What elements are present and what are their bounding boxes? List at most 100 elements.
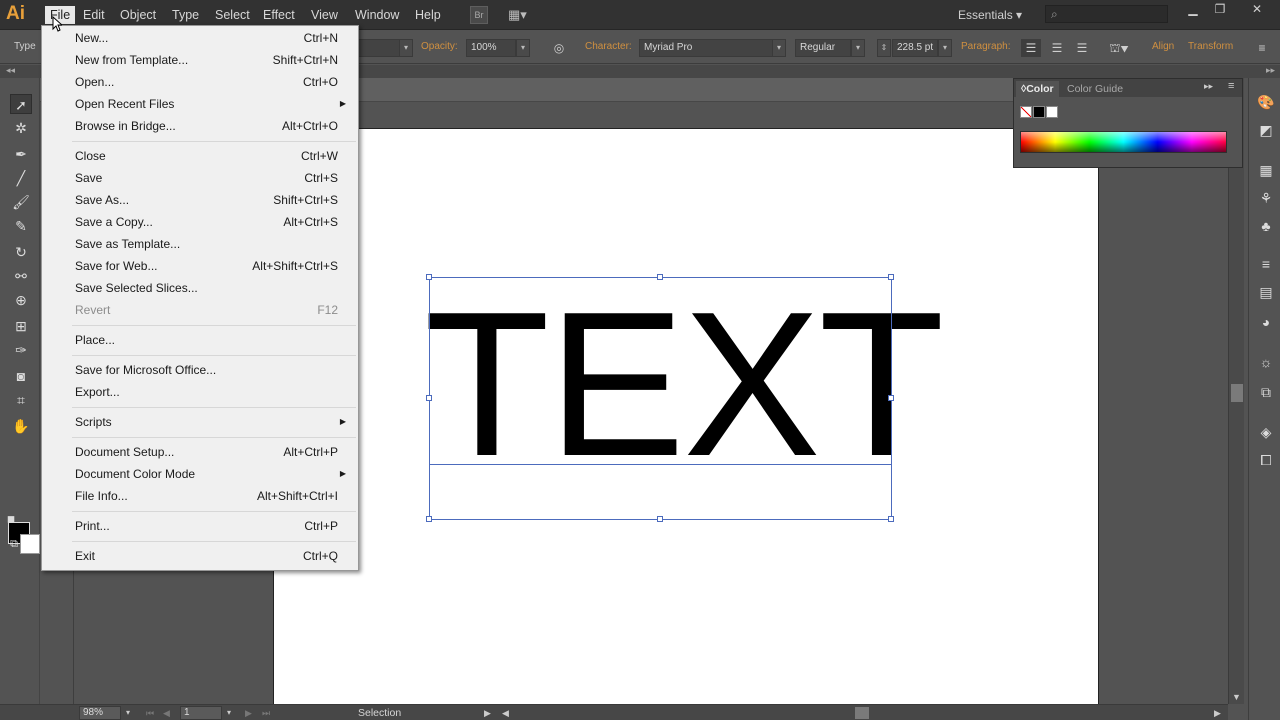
search-box[interactable]: ⌕ bbox=[1045, 5, 1168, 23]
menu-item-browse-bridge[interactable]: Browse in Bridge... Alt+Ctrl+O bbox=[42, 115, 358, 137]
menu-item-scripts[interactable]: Scripts ▶ bbox=[42, 411, 358, 433]
chevron-down-icon[interactable]: ▾ bbox=[516, 39, 530, 57]
resize-handle[interactable] bbox=[426, 516, 432, 522]
menu-item-open[interactable]: Open... Ctrl+O bbox=[42, 71, 358, 93]
font-size-stepper[interactable]: ⇕ bbox=[877, 39, 891, 57]
paragraph-label[interactable]: Paragraph: bbox=[961, 41, 1010, 52]
menu-effect[interactable]: Effect bbox=[258, 6, 300, 24]
menu-item-save-copy[interactable]: Save a Copy... Alt+Ctrl+S bbox=[42, 211, 358, 233]
align-left-icon[interactable]: ☰ bbox=[1021, 39, 1041, 57]
font-family-select[interactable]: Myriad Pro bbox=[639, 39, 773, 57]
menu-object[interactable]: Object bbox=[115, 6, 161, 24]
font-size-input[interactable]: 228.5 pt bbox=[892, 39, 938, 57]
artboards-icon[interactable]: ⧠ bbox=[1255, 450, 1277, 470]
scroll-left-icon[interactable]: ◀ bbox=[502, 706, 509, 720]
selection-bounding-box[interactable] bbox=[429, 277, 892, 520]
close-icon[interactable]: ✕ bbox=[1246, 2, 1268, 16]
tab-color-guide[interactable]: Color Guide bbox=[1062, 81, 1128, 97]
color-spectrum[interactable] bbox=[1020, 131, 1227, 153]
layers-icon[interactable]: ◈ bbox=[1255, 422, 1277, 442]
first-artboard-icon[interactable]: ⏮ bbox=[146, 706, 154, 720]
menu-view[interactable]: View bbox=[306, 6, 343, 24]
scroll-down-icon[interactable]: ▼ bbox=[1232, 692, 1241, 702]
black-swatch[interactable] bbox=[1033, 106, 1045, 118]
status-menu-icon[interactable]: ▶ bbox=[484, 706, 491, 720]
bridge-button[interactable]: Br bbox=[470, 6, 488, 24]
width-tool-icon[interactable]: ⚯ bbox=[10, 266, 32, 286]
resize-handle[interactable] bbox=[426, 274, 432, 280]
menu-item-document-color-mode[interactable]: Document Color Mode ▶ bbox=[42, 463, 358, 485]
menu-item-open-recent[interactable]: Open Recent Files ▶ bbox=[42, 93, 358, 115]
menu-item-document-setup[interactable]: Document Setup... Alt+Ctrl+P bbox=[42, 441, 358, 463]
tab-color[interactable]: ◊Color bbox=[1016, 81, 1059, 97]
menu-item-place[interactable]: Place... bbox=[42, 329, 358, 351]
menu-item-export[interactable]: Export... bbox=[42, 381, 358, 403]
scrollbar-thumb[interactable] bbox=[1231, 384, 1243, 402]
opacity-label[interactable]: Opacity: bbox=[421, 41, 458, 52]
menu-item-exit[interactable]: Exit Ctrl+Q bbox=[42, 545, 358, 567]
menu-window[interactable]: Window bbox=[350, 6, 404, 24]
arrange-documents-icon[interactable]: ▦▾ bbox=[508, 6, 536, 24]
search-input[interactable] bbox=[1066, 7, 1162, 21]
restore-icon[interactable]: ❐ bbox=[1209, 2, 1231, 16]
screen-mode-icon[interactable]: ⧉ bbox=[6, 534, 22, 554]
align-center-icon[interactable]: ☰ bbox=[1047, 39, 1067, 57]
resize-handle[interactable] bbox=[888, 395, 894, 401]
character-label[interactable]: Character: bbox=[585, 41, 632, 52]
resize-handle[interactable] bbox=[657, 516, 663, 522]
menu-item-new-from-template[interactable]: New from Template... Shift+Ctrl+N bbox=[42, 49, 358, 71]
eyedropper-icon[interactable]: ✑ bbox=[10, 340, 32, 360]
menu-item-save[interactable]: Save Ctrl+S bbox=[42, 167, 358, 189]
chevron-down-icon[interactable]: ▾ bbox=[851, 39, 865, 57]
recolor-icon[interactable]: ◎ bbox=[550, 39, 568, 57]
resize-handle[interactable] bbox=[657, 274, 663, 280]
resize-handle[interactable] bbox=[888, 274, 894, 280]
shape-builder-icon[interactable]: ⊕ bbox=[10, 290, 32, 310]
pen-tool-icon[interactable]: ✒ bbox=[10, 144, 32, 164]
menu-item-save-as[interactable]: Save As... Shift+Ctrl+S bbox=[42, 189, 358, 211]
menu-item-print[interactable]: Print... Ctrl+P bbox=[42, 515, 358, 537]
magic-wand-icon[interactable]: ✲ bbox=[10, 118, 32, 138]
menu-item-save-template[interactable]: Save as Template... bbox=[42, 233, 358, 255]
chevron-down-icon[interactable]: ▾ bbox=[938, 39, 952, 57]
chevron-down-icon[interactable]: ▾ bbox=[222, 706, 236, 720]
menu-type[interactable]: Type bbox=[167, 6, 204, 24]
menu-item-new[interactable]: New... Ctrl+N bbox=[42, 27, 358, 49]
artboard-number-field[interactable]: 1 bbox=[180, 706, 222, 720]
transparency-icon[interactable]: ◕ bbox=[1255, 312, 1277, 332]
opacity-input[interactable]: 100% bbox=[466, 39, 516, 57]
resize-handle[interactable] bbox=[888, 516, 894, 522]
color-palette-icon[interactable]: 🎨 bbox=[1255, 92, 1277, 112]
menu-help[interactable]: Help bbox=[410, 6, 446, 24]
selection-tool-icon[interactable]: ➚ bbox=[10, 94, 32, 114]
menu-item-close[interactable]: Close Ctrl+W bbox=[42, 145, 358, 167]
resize-handle[interactable] bbox=[426, 395, 432, 401]
appearance-icon[interactable]: ☼ bbox=[1255, 352, 1277, 372]
line-tool-icon[interactable]: ╱ bbox=[10, 168, 32, 188]
scroll-right-icon[interactable]: ▶ bbox=[1214, 706, 1221, 720]
brushes-icon[interactable]: ⚘ bbox=[1255, 188, 1277, 208]
symbols-icon[interactable]: ♣ bbox=[1255, 216, 1277, 236]
symbol-sprayer-icon[interactable]: ◙ bbox=[10, 366, 32, 386]
menu-item-save-slices[interactable]: Save Selected Slices... bbox=[42, 277, 358, 299]
swatches-icon[interactable]: ▦ bbox=[1255, 160, 1277, 180]
artboard-tool-icon[interactable]: ⌗ bbox=[10, 390, 32, 410]
menu-select[interactable]: Select bbox=[210, 6, 255, 24]
prev-artboard-icon[interactable]: ◀ bbox=[163, 706, 170, 720]
workspace-switcher[interactable]: Essentials ▾ bbox=[958, 7, 1022, 23]
align-link[interactable]: Align bbox=[1152, 41, 1174, 52]
hand-icon[interactable]: ✋ bbox=[10, 416, 32, 436]
font-style-select[interactable]: Regular bbox=[795, 39, 851, 57]
last-artboard-icon[interactable]: ⏭ bbox=[262, 706, 270, 720]
chevron-down-icon[interactable]: ▾ bbox=[399, 39, 413, 57]
none-swatch[interactable] bbox=[1020, 106, 1032, 118]
rotate-icon[interactable]: ↻ bbox=[10, 242, 32, 262]
menu-item-file-info[interactable]: File Info... Alt+Shift+Ctrl+I bbox=[42, 485, 358, 507]
color-guide-icon[interactable]: ◩ bbox=[1255, 120, 1277, 140]
panel-menu-icon[interactable]: ≡ bbox=[1254, 39, 1270, 57]
white-swatch[interactable] bbox=[1046, 106, 1058, 118]
menu-item-save-office[interactable]: Save for Microsoft Office... bbox=[42, 359, 358, 381]
stroke-swatch[interactable] bbox=[20, 534, 40, 554]
eraser-icon[interactable]: ✎ bbox=[10, 216, 32, 236]
zoom-field[interactable]: 98% bbox=[79, 706, 121, 720]
